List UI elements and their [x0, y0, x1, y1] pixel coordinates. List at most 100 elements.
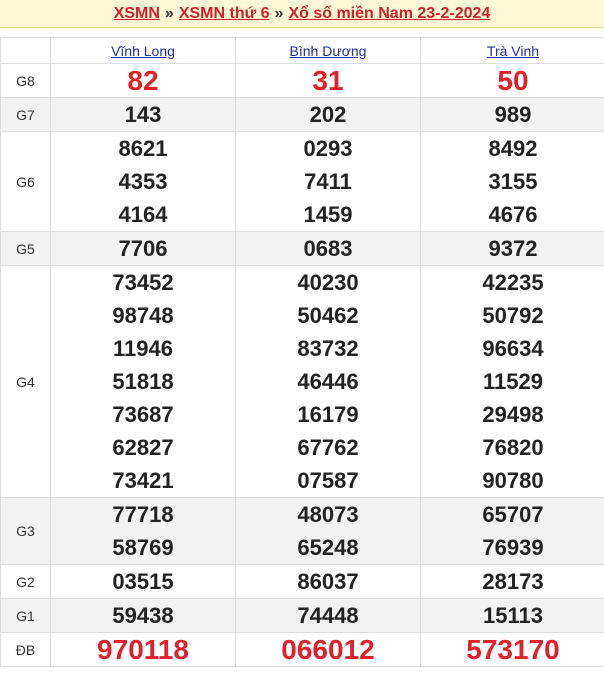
prize-number: 9372	[488, 236, 538, 261]
prize-row-g2: G2 03515 86037 28173	[0, 564, 604, 599]
prize-number: 573170	[466, 634, 560, 665]
prize-number: 07587	[297, 468, 359, 493]
province-header: Vĩnh Long	[50, 37, 236, 64]
prize-cell: 8621 4353 4164	[50, 131, 236, 232]
prize-number: 40230	[297, 270, 359, 295]
prize-cell: 42235 50792 96634 11529 29498 76820 90780	[420, 265, 604, 498]
prize-cell: 03515	[50, 564, 236, 599]
prize-number: 82	[127, 65, 159, 96]
prize-number: 98748	[112, 303, 174, 328]
prize-cell: 82	[50, 63, 236, 98]
prize-number: 50462	[297, 303, 359, 328]
prize-label: G6	[0, 131, 51, 232]
prize-number: 86037	[297, 569, 359, 594]
prize-number: 58769	[112, 535, 174, 560]
breadcrumb-current-page[interactable]: Xổ số miền Nam 23-2-2024	[288, 5, 490, 23]
prize-cell: 77718 58769	[50, 497, 236, 565]
prize-number: 65707	[482, 502, 544, 527]
prize-number: 46446	[297, 369, 359, 394]
prize-number: 73452	[112, 270, 174, 295]
breadcrumb-separator: »	[164, 4, 174, 22]
prize-number: 066012	[281, 634, 375, 665]
prize-number: 7706	[118, 236, 168, 261]
prize-number: 74448	[297, 603, 359, 628]
prize-cell: 65707 76939	[420, 497, 604, 565]
prize-row-g6: G6 8621 4353 4164 0293 7411 1459 8492 3155 4676	[0, 131, 604, 232]
prize-number: 16179	[297, 402, 359, 427]
prize-number: 90780	[482, 468, 544, 493]
prize-number: 28173	[482, 569, 544, 594]
prize-cell: 15113	[420, 598, 604, 633]
prize-cell: 31	[235, 63, 421, 98]
prize-row-g5: G5 7706 0683 9372	[0, 231, 604, 266]
prize-number: 96634	[482, 336, 544, 361]
prize-number: 42235	[482, 270, 544, 295]
prize-number: 1459	[303, 202, 353, 227]
breadcrumb: XSMN » XSMN thứ 6 » Xổ số miền Nam 23-2-…	[0, 0, 604, 28]
prize-number: 50	[497, 65, 529, 96]
prize-cell: 7706	[50, 231, 236, 266]
prize-number: 31	[312, 65, 344, 96]
province-header: Trà Vinh	[420, 37, 604, 64]
prize-number: 51818	[112, 369, 174, 394]
prize-number: 3155	[488, 169, 538, 194]
prize-number: 202	[309, 102, 347, 127]
prize-number: 970118	[97, 634, 189, 665]
prize-label: G1	[0, 598, 51, 633]
prize-number: 4676	[488, 202, 538, 227]
prize-cell: 9372	[420, 231, 604, 266]
breadcrumb-xsmn-link[interactable]: XSMN	[114, 5, 160, 23]
prize-number: 8492	[488, 136, 538, 161]
prize-cell: 8492 3155 4676	[420, 131, 604, 232]
prize-number: 67762	[297, 435, 359, 460]
prize-cell: 066012	[235, 632, 421, 667]
prize-cell: 989	[420, 97, 604, 132]
prize-row-g4: G4 73452 98748 11946 51818 73687 62827 73421 402…	[0, 265, 604, 498]
prize-number: 4353	[118, 169, 168, 194]
prize-cell: 143	[50, 97, 236, 132]
prize-number: 11529	[483, 369, 543, 394]
prize-cell: 74448	[235, 598, 421, 633]
prize-cell: 0683	[235, 231, 421, 266]
prize-number: 15113	[483, 603, 543, 628]
province-link-vinh-long[interactable]: Vĩnh Long	[111, 43, 175, 59]
corner-cell	[0, 37, 51, 64]
prize-label: G7	[0, 97, 51, 132]
prize-number: 83732	[297, 336, 359, 361]
prize-label: G5	[0, 231, 51, 266]
prize-number: 0293	[303, 136, 353, 161]
prize-number: 59438	[112, 603, 174, 628]
breadcrumb-xsmn-thu6-link[interactable]: XSMN thứ 6	[179, 5, 270, 23]
prize-number: 989	[494, 102, 532, 127]
prize-number: 0683	[303, 236, 353, 261]
prize-number: 50792	[482, 303, 544, 328]
prize-label: G8	[0, 63, 51, 98]
prize-number: 7411	[304, 169, 352, 194]
province-link-tra-vinh[interactable]: Trà Vinh	[487, 43, 539, 59]
prize-number: 62827	[112, 435, 174, 460]
prize-number: 73421	[112, 468, 174, 493]
prize-cell: 48073 65248	[235, 497, 421, 565]
prize-number: 11946	[113, 336, 173, 361]
province-header: Bình Dương	[235, 37, 421, 64]
prize-number: 03515	[112, 569, 174, 594]
prize-row-đb: ĐB 970118 066012 573170	[0, 632, 604, 667]
prize-cell: 59438	[50, 598, 236, 633]
province-header-row: Vĩnh Long Bình Dương Trà Vinh	[0, 37, 604, 64]
prize-cell: 573170	[420, 632, 604, 667]
prize-label: G4	[0, 265, 51, 498]
prize-cell: 86037	[235, 564, 421, 599]
prize-cell: 50	[420, 63, 604, 98]
prize-number: 76820	[482, 435, 544, 460]
prize-cell: 40230 50462 83732 46446 16179 67762 07587	[235, 265, 421, 498]
prize-cell: 28173	[420, 564, 604, 599]
prize-label: ĐB	[0, 632, 51, 667]
prize-row-g1: G1 59438 74448 15113	[0, 598, 604, 633]
prize-cell: 0293 7411 1459	[235, 131, 421, 232]
breadcrumb-separator: »	[274, 4, 284, 22]
prize-number: 48073	[297, 502, 359, 527]
prize-label: G2	[0, 564, 51, 599]
province-link-binh-duong[interactable]: Bình Dương	[290, 43, 367, 59]
prize-number: 76939	[482, 535, 544, 560]
prize-number: 29498	[482, 402, 544, 427]
